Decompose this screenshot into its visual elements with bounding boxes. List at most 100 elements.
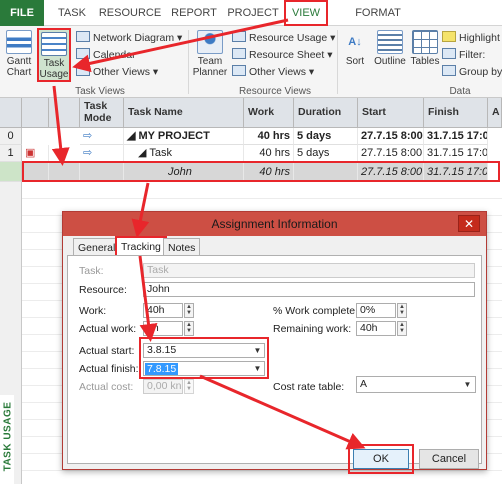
tables-button[interactable]: Tables bbox=[410, 30, 440, 67]
outline-button[interactable]: Outline bbox=[372, 30, 408, 67]
actual-cost-field: 0,00 kn bbox=[143, 379, 183, 394]
cost-rate-table-label: Cost rate table: bbox=[273, 381, 345, 393]
actual-start-field[interactable]: 3.8.15 bbox=[143, 343, 265, 358]
task-name-cell[interactable]: ◢ MY PROJECT bbox=[124, 128, 244, 145]
tables-icon bbox=[412, 30, 438, 54]
other-views-task-button[interactable]: Other Views ▾ bbox=[76, 64, 158, 80]
tab-task[interactable]: TASK bbox=[52, 0, 92, 26]
pct-work-complete-spinner[interactable]: ▲ ▼ bbox=[397, 303, 407, 318]
actual-start-label: Actual start: bbox=[79, 345, 135, 357]
resource-usage-label: Resource Usage bbox=[249, 32, 328, 44]
ok-button[interactable]: OK bbox=[353, 449, 409, 469]
filter-dropdown[interactable]: Filter: bbox=[442, 47, 485, 63]
actual-work-label: Actual work: bbox=[79, 323, 137, 335]
remaining-work-field[interactable]: 40h bbox=[356, 321, 396, 336]
chevron-down-icon[interactable]: ▼ bbox=[251, 344, 264, 357]
tab-report[interactable]: REPORT bbox=[168, 0, 220, 26]
task-usage-icon bbox=[41, 32, 67, 56]
duration-cell[interactable] bbox=[294, 162, 358, 182]
highlight-dropdown[interactable]: Highlight bbox=[442, 30, 500, 46]
row-number: 0 bbox=[0, 128, 22, 145]
other-views-resource-button[interactable]: Other Views ▾ bbox=[232, 64, 314, 80]
actual-work-field[interactable]: 0h bbox=[143, 321, 183, 336]
chevron-down-icon[interactable]: ▼ bbox=[461, 378, 474, 391]
cost-rate-table-select[interactable]: A bbox=[356, 376, 476, 393]
resource-sheet-icon bbox=[232, 48, 246, 59]
team-planner-label: Team Planner bbox=[192, 56, 228, 78]
header-duration[interactable]: Duration bbox=[294, 98, 358, 128]
team-planner-button[interactable]: Team Planner bbox=[192, 30, 228, 78]
actual-finish-field[interactable]: 7.8.15 bbox=[143, 361, 265, 376]
network-diagram-button[interactable]: Network Diagram ▾ bbox=[76, 30, 182, 46]
finish-cell[interactable]: 31.7.15 17:00 bbox=[424, 145, 488, 162]
resource-name-cell[interactable]: John bbox=[124, 162, 244, 182]
group-by-label: Group by: bbox=[459, 66, 502, 78]
group-by-dropdown[interactable]: Group by: bbox=[442, 64, 502, 80]
header-add-column[interactable]: A bbox=[488, 98, 502, 128]
task-mode-icon: ⇨ bbox=[80, 145, 124, 162]
work-field[interactable]: 40h bbox=[143, 303, 183, 318]
tab-resource[interactable]: RESOURCE bbox=[98, 0, 162, 26]
header-task-name[interactable]: Task Name bbox=[124, 98, 244, 128]
remaining-work-spinner[interactable]: ▲ ▼ bbox=[397, 321, 407, 336]
tab-file[interactable]: FILE bbox=[0, 0, 44, 26]
highlight-icon bbox=[442, 31, 456, 42]
pct-work-complete-field[interactable]: 0% bbox=[356, 303, 396, 318]
task-name-cell[interactable]: ◢ Task bbox=[124, 145, 244, 162]
task-usage-label: Task Usage bbox=[39, 58, 69, 80]
other-views-icon bbox=[232, 65, 246, 76]
empty-cell bbox=[49, 162, 80, 182]
work-cell[interactable]: 40 hrs bbox=[244, 145, 294, 162]
resource-usage-button[interactable]: Resource Usage ▾ bbox=[232, 30, 335, 46]
assignment-information-dialog: Assignment Information ✕ General Trackin… bbox=[62, 211, 487, 474]
close-button[interactable]: ✕ bbox=[458, 215, 480, 232]
finish-cell[interactable]: 31.7.15 17:00 bbox=[424, 162, 488, 182]
gantt-chart-button[interactable]: Gantt Chart bbox=[2, 30, 36, 78]
work-spinner[interactable]: ▲ ▼ bbox=[184, 303, 194, 318]
tab-format[interactable]: FORMAT bbox=[350, 0, 406, 26]
cancel-button[interactable]: Cancel bbox=[419, 449, 479, 469]
resource-sheet-button[interactable]: Resource Sheet ▾ bbox=[232, 47, 333, 63]
filter-label: Filter: bbox=[459, 49, 486, 61]
header-col-a bbox=[49, 98, 80, 128]
gantt-chart-label: Gantt Chart bbox=[6, 56, 32, 78]
finish-cell[interactable]: 31.7.15 17:00 bbox=[424, 128, 488, 145]
calendar-button[interactable]: Calendar bbox=[76, 47, 136, 63]
duration-cell[interactable]: 5 days bbox=[294, 128, 358, 145]
task-usage-button[interactable]: Task Usage bbox=[37, 28, 71, 82]
chevron-down-icon: ▾ bbox=[306, 66, 315, 78]
start-cell[interactable]: 27.7.15 8:00 bbox=[358, 128, 424, 145]
collapse-triangle-icon[interactable]: ◢ bbox=[138, 147, 149, 159]
start-cell[interactable]: 27.7.15 8:00 bbox=[358, 145, 424, 162]
ribbon-separator bbox=[188, 30, 189, 94]
chevron-down-icon: ▾ bbox=[174, 32, 183, 44]
dialog-title[interactable]: Assignment Information bbox=[63, 212, 486, 236]
pct-work-complete-label: % Work complete: bbox=[273, 305, 358, 317]
collapse-triangle-icon[interactable]: ◢ bbox=[127, 130, 139, 142]
assignment-indicator-icon[interactable]: ▣ bbox=[22, 145, 49, 162]
header-finish[interactable]: Finish bbox=[424, 98, 488, 128]
sort-button[interactable]: A↓ Sort bbox=[340, 30, 370, 67]
task-mode-icon: ⇨ bbox=[80, 128, 124, 145]
other-views-icon bbox=[76, 65, 90, 76]
calendar-label: Calendar bbox=[93, 49, 136, 61]
duration-cell[interactable]: 5 days bbox=[294, 145, 358, 162]
network-diagram-label: Network Diagram bbox=[93, 32, 175, 44]
chevron-down-icon[interactable]: ▼ bbox=[251, 362, 264, 375]
tab-notes[interactable]: Notes bbox=[163, 238, 201, 256]
header-work[interactable]: Work bbox=[244, 98, 294, 128]
header-task-mode[interactable]: Task Mode bbox=[80, 98, 124, 128]
tab-general[interactable]: General bbox=[73, 238, 121, 256]
start-cell[interactable]: 27.7.15 8:00 bbox=[358, 162, 424, 182]
tab-tracking[interactable]: Tracking bbox=[115, 236, 167, 257]
indicator-cell bbox=[22, 162, 49, 182]
resource-field[interactable]: John bbox=[143, 282, 475, 297]
tab-view[interactable]: VIEW bbox=[284, 0, 328, 26]
actual-work-spinner[interactable]: ▲ ▼ bbox=[184, 321, 194, 336]
work-cell[interactable]: 40 hrs bbox=[244, 128, 294, 145]
work-cell[interactable]: 40 hrs bbox=[244, 162, 294, 182]
task-name-text: MY PROJECT bbox=[138, 130, 210, 142]
tab-project[interactable]: PROJECT bbox=[226, 0, 280, 26]
header-start[interactable]: Start bbox=[358, 98, 424, 128]
ribbon-separator bbox=[337, 30, 338, 94]
